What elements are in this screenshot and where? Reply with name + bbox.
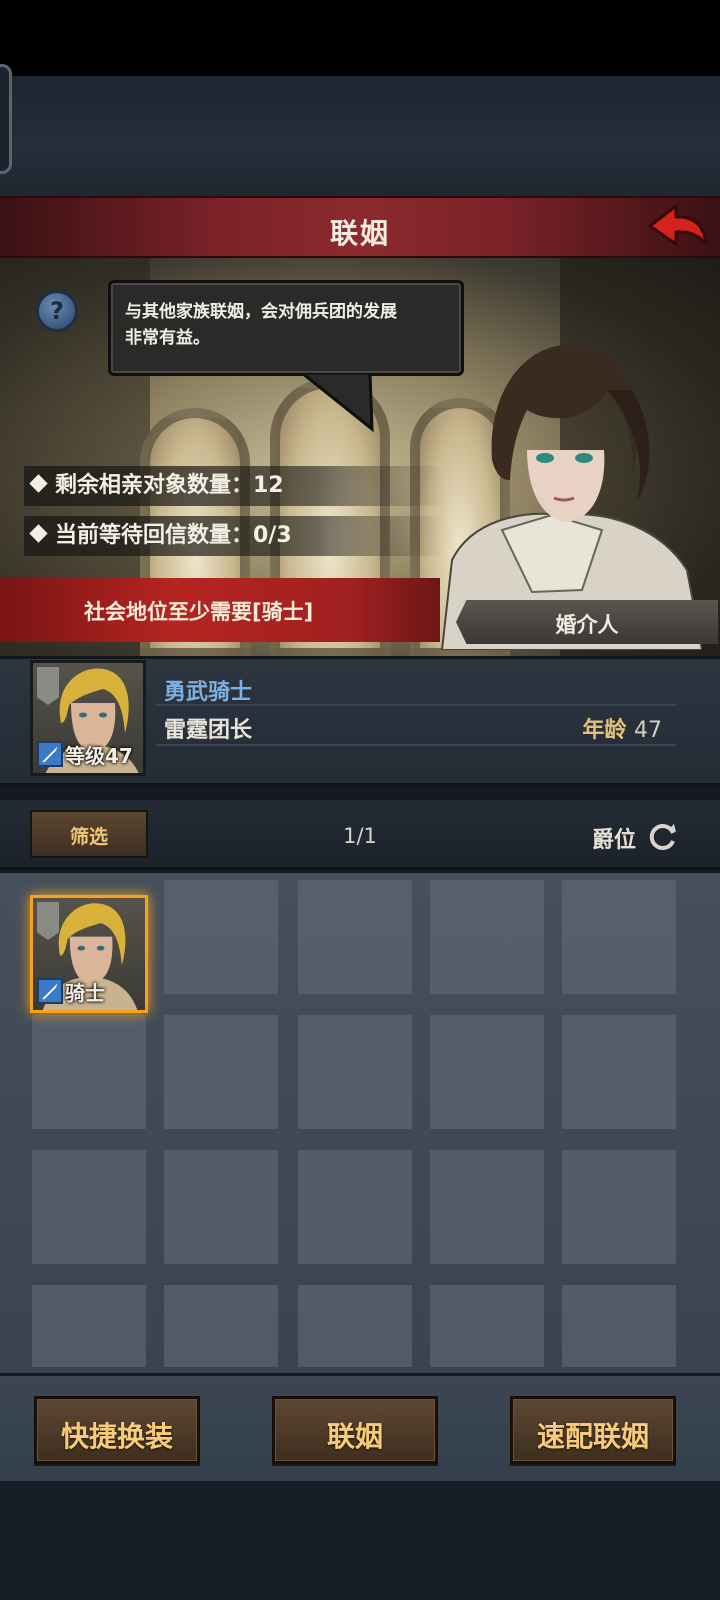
level-badge: 等级47: [65, 744, 133, 768]
grid-slot[interactable]: [164, 1150, 278, 1264]
grid-slot[interactable]: [164, 1285, 278, 1367]
waiting-replies: 当前等待回信数量：0/3: [24, 516, 444, 556]
title-bar: 联姻: [0, 196, 720, 258]
grid-slot[interactable]: [430, 1150, 544, 1264]
matchmaker-label: 婚介人: [555, 613, 619, 637]
page-indicator: 1/1: [343, 824, 377, 848]
help-icon[interactable]: ?: [36, 290, 78, 332]
grid-slot[interactable]: [32, 1015, 146, 1129]
rank-flag: [37, 667, 59, 705]
sword-icon: [37, 741, 63, 767]
speech-text: 与其他家族联姻，会对佣兵团的发展 非常有益。: [125, 302, 397, 348]
rank-badge: 骑士: [65, 981, 105, 1005]
marry-button[interactable]: 联姻: [272, 1396, 438, 1464]
sort-label[interactable]: 爵位: [592, 822, 636, 854]
matchmaker-nameplate: 婚介人: [456, 600, 718, 644]
grid-slot[interactable]: [164, 880, 278, 994]
quick-match-label: 速配联姻: [536, 1420, 649, 1453]
grid-slot[interactable]: [298, 1150, 412, 1264]
grid-slot[interactable]: [32, 1150, 146, 1264]
speech-bubble-tail: [300, 373, 374, 433]
age-value: 47: [634, 718, 662, 743]
grid-slot[interactable]: [562, 1015, 676, 1129]
grid-slot[interactable]: [562, 880, 676, 994]
quick-match-button[interactable]: 速配联姻: [510, 1396, 676, 1464]
grid-slot[interactable]: [430, 1285, 544, 1367]
top-band: [0, 76, 720, 196]
grid-slot[interactable]: [298, 1285, 412, 1367]
sword-icon: [37, 978, 63, 1004]
page-title: 联姻: [329, 217, 390, 250]
profile-role: 雷霆团长: [164, 718, 253, 743]
grid-slot[interactable]: [430, 880, 544, 994]
diamond-icon: [29, 474, 48, 493]
side-drawer-handle[interactable]: [0, 64, 12, 174]
profile-avatar[interactable]: 等级47: [30, 660, 146, 776]
back-arrow-icon[interactable]: [646, 200, 710, 254]
bottom-area: [0, 1481, 720, 1600]
quick-equip-label: 快捷换装: [60, 1420, 173, 1453]
grid-slot[interactable]: [298, 1015, 412, 1129]
marry-label: 联姻: [326, 1420, 383, 1453]
grid-slot[interactable]: [298, 880, 412, 994]
grid-slot[interactable]: [32, 1285, 146, 1367]
grid-slot[interactable]: [164, 1015, 278, 1129]
divider: [156, 744, 676, 746]
speech-bubble: 与其他家族联姻，会对佣兵团的发展 非常有益。: [108, 280, 464, 376]
grid-slot[interactable]: [430, 1015, 544, 1129]
remaining-candidates-text: 剩余相亲对象数量：12: [55, 473, 284, 498]
quick-equip-button[interactable]: 快捷换装: [34, 1396, 200, 1464]
diamond-icon: [29, 524, 48, 543]
status-bar-area: [0, 0, 720, 76]
filter-button[interactable]: 筛选: [30, 810, 148, 858]
profile-age: 年龄 47: [582, 712, 662, 744]
refresh-icon[interactable]: [646, 820, 680, 854]
grid-slot[interactable]: [562, 1150, 676, 1264]
requirement-banner: 社会地位至少需要[骑士]: [0, 578, 440, 642]
profile-title: 勇武骑士: [164, 680, 253, 705]
filter-button-label: 筛选: [69, 826, 108, 848]
requirement-text: 社会地位至少需要[骑士]: [84, 600, 314, 624]
candidate-card-selected[interactable]: 骑士: [30, 895, 148, 1013]
divider: [156, 704, 676, 706]
age-label: 年龄: [582, 718, 627, 743]
grid-slot[interactable]: [562, 1285, 676, 1367]
rank-flag: [37, 902, 59, 940]
waiting-replies-text: 当前等待回信数量：0/3: [55, 523, 292, 548]
remaining-candidates: 剩余相亲对象数量：12: [24, 466, 444, 506]
